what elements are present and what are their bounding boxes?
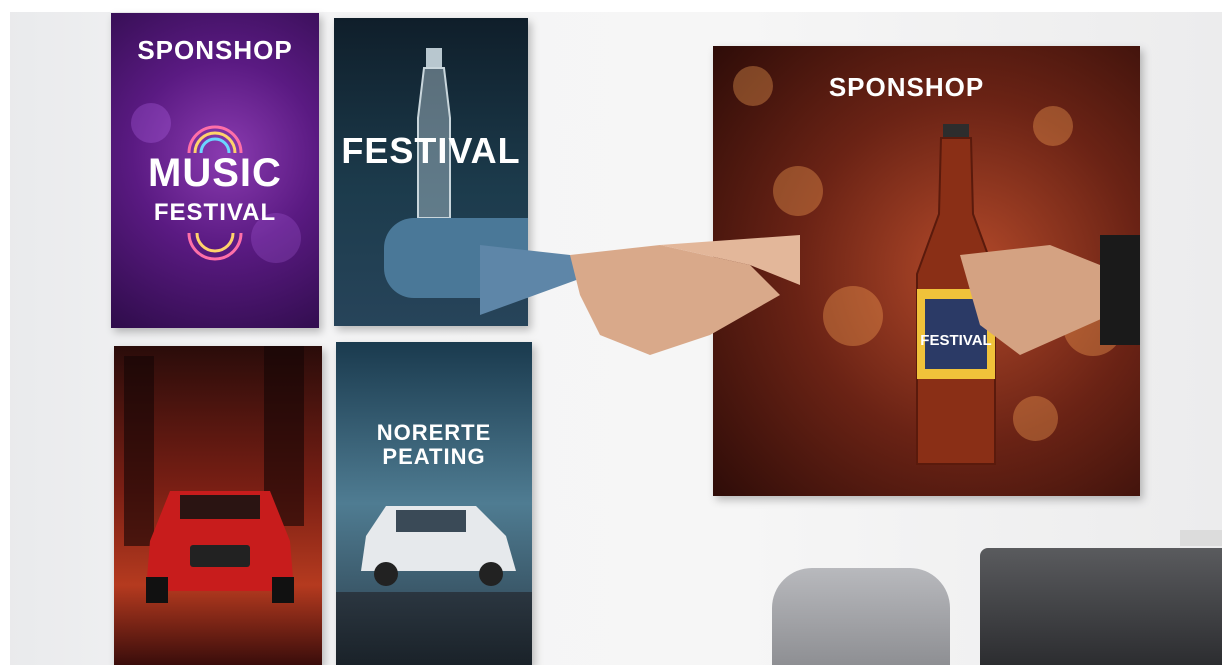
white-car-poster: NORERTE PEATING — [336, 342, 532, 665]
poster-brand-title: SPONSHOP — [137, 35, 293, 65]
purple-music-poster: SPONSHOP MUSIC FESTIVAL — [111, 13, 319, 328]
office-chair — [772, 568, 950, 665]
poster-car-title-line2: PEATING — [382, 444, 486, 469]
handshake-illustration — [480, 235, 800, 355]
hand-illustration — [960, 235, 1140, 355]
rainbow-arc-bottom-icon — [187, 232, 243, 261]
red-car-illustration — [146, 491, 294, 603]
banner-brand-title: SPONSHOP — [828, 72, 985, 102]
poster-festival-text: FESTIVAL — [153, 199, 277, 226]
poster-car-title-line1: NORERTE — [376, 420, 492, 445]
poster-festival-title: FESTIVAL — [341, 130, 521, 171]
poster-music-text: MUSIC — [148, 151, 282, 195]
white-car-illustration — [361, 506, 516, 586]
computer-monitor — [980, 548, 1222, 665]
desk-edge — [1180, 530, 1222, 546]
red-car-poster — [114, 346, 322, 665]
